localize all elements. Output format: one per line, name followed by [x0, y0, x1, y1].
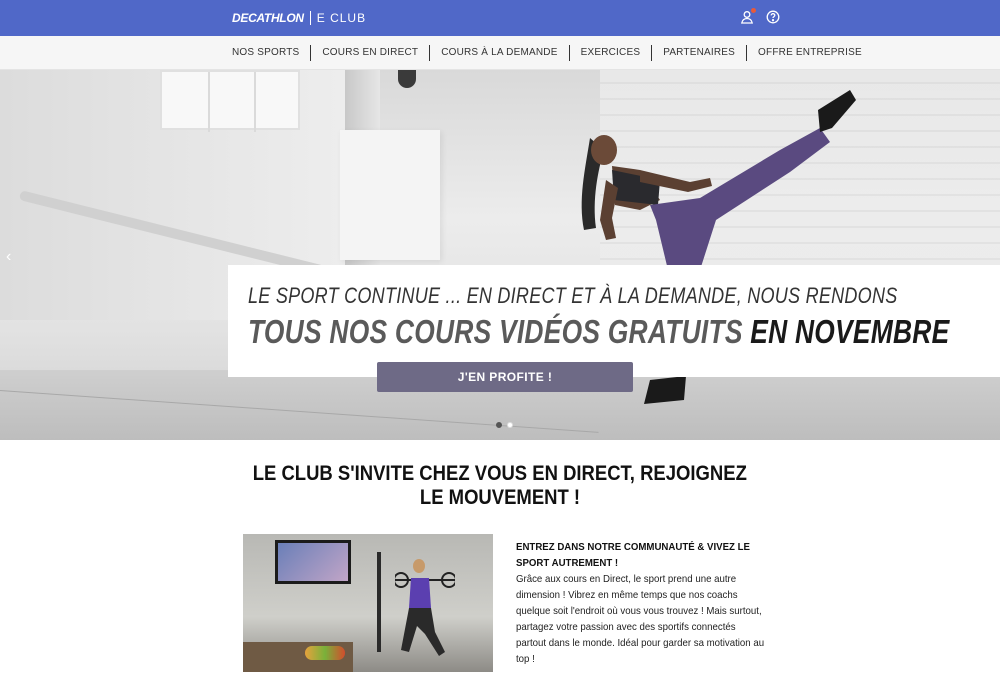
- hero-carousel: ‹ LE SPORT CONTINUE ... EN DIRECT ET À L…: [0, 70, 1000, 440]
- carousel-dot-1[interactable]: [496, 422, 502, 428]
- brand-logo[interactable]: DECATHLON E CLUB: [232, 10, 366, 26]
- hero-headline-line1: LE SPORT CONTINUE ... EN DIRECT ET À LA …: [248, 283, 898, 308]
- jen-profite-button[interactable]: J'EN PROFITE !: [377, 362, 633, 392]
- carousel-dot-2[interactable]: [507, 422, 513, 428]
- section-title: LE CLUB S'INVITE CHEZ VOUS EN DIRECT, RE…: [0, 462, 1000, 510]
- section-title-line1: LE CLUB S'INVITE CHEZ VOUS EN DIRECT, RE…: [252, 462, 748, 485]
- nav-item-exercices[interactable]: EXERCICES: [570, 45, 653, 61]
- top-bar: DECATHLON E CLUB: [0, 0, 1000, 36]
- nav-item-cours-en-direct[interactable]: COURS EN DIRECT: [311, 45, 431, 61]
- notification-dot: [751, 8, 756, 13]
- live-class-photo: [243, 534, 493, 672]
- hero-headline-dark: EN NOVEMBRE: [750, 313, 950, 350]
- woman-exercising-image: [395, 559, 455, 656]
- main-nav: NOS SPORTS COURS EN DIRECT COURS À LA DE…: [0, 36, 1000, 70]
- section-title-line2: LE MOUVEMENT !: [419, 486, 581, 509]
- hero-headline-gray: TOUS NOS COURS VIDÉOS GRATUITS: [248, 313, 743, 350]
- tv-screen-image: [275, 540, 351, 584]
- e-club-label: E CLUB: [316, 11, 367, 25]
- hero-headline-line2: TOUS NOS COURS VIDÉOS GRATUITS EN NOVEMB…: [248, 313, 949, 351]
- carousel-dots: [496, 422, 513, 428]
- user-icon[interactable]: [740, 8, 756, 24]
- community-heading: ENTREZ DANS NOTRE COMMUNAUTÉ & VIVEZ LE …: [516, 541, 750, 569]
- help-circle-icon[interactable]: [766, 10, 780, 24]
- nav-item-cours-a-la-demande[interactable]: COURS À LA DEMANDE: [430, 45, 570, 61]
- header-actions: [740, 8, 780, 24]
- nav-item-offre-entreprise[interactable]: OFFRE ENTREPRISE: [747, 45, 873, 61]
- decathlon-logo: DECATHLON: [232, 11, 304, 25]
- nav-item-nos-sports[interactable]: NOS SPORTS: [232, 45, 312, 61]
- nav-item-partenaires[interactable]: PARTENAIRES: [652, 45, 748, 61]
- carousel-prev-arrow[interactable]: ‹: [6, 248, 11, 266]
- community-text-block: ENTREZ DANS NOTRE COMMUNAUTÉ & VIVEZ LE …: [516, 539, 766, 667]
- community-body: Grâce aux cours en Direct, le sport pren…: [516, 573, 765, 665]
- hero-text-box: LE SPORT CONTINUE ... EN DIRECT ET À LA …: [228, 265, 1000, 377]
- brand-divider: [309, 11, 311, 25]
